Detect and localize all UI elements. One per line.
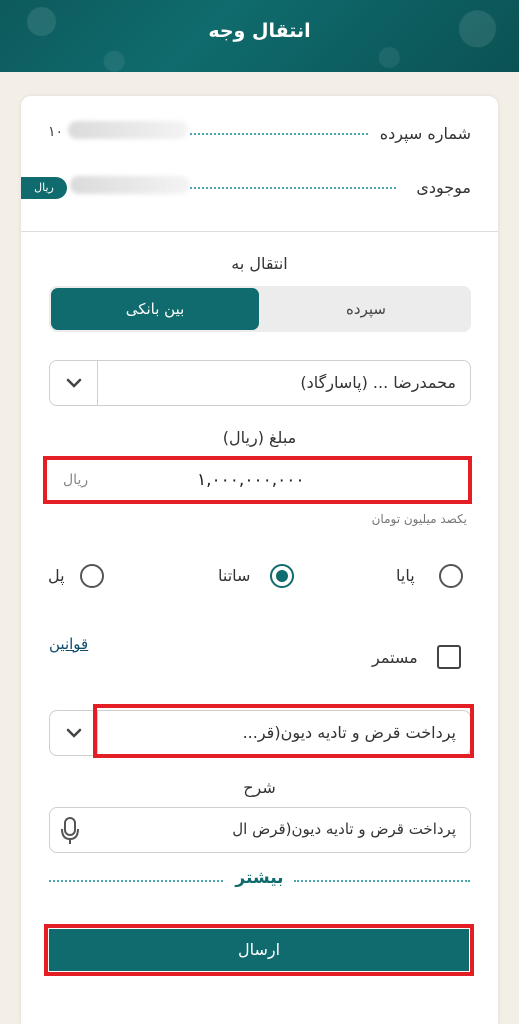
microphone-icon[interactable] [60, 817, 80, 845]
highlight-submit [44, 924, 474, 976]
transfer-type-segmented: بین بانکی سپرده [49, 286, 471, 332]
tab-interbank[interactable]: بین بانکی [51, 288, 259, 330]
description-input[interactable]: پرداخت قرض و تادیه دیون(قرض ال [49, 807, 471, 853]
radio-paya-label: پایا [396, 566, 415, 585]
radio-pol[interactable] [80, 564, 104, 588]
radio-paya[interactable] [439, 564, 463, 588]
amount-input[interactable]: ریال ۱,۰۰۰,۰۰۰,۰۰۰ [43, 456, 472, 504]
tab-deposit[interactable]: سپرده [261, 286, 471, 332]
deposit-label: شماره سپرده [379, 124, 471, 143]
balance-label: موجودی [416, 178, 471, 197]
chevron-down-icon[interactable] [50, 711, 98, 755]
balance-dots [190, 187, 396, 189]
destination-select[interactable]: محمدرضا ... (پاسارگاد) [49, 360, 471, 406]
more-button[interactable]: بیشتر [0, 868, 519, 888]
radio-pol-label: پل [48, 566, 65, 585]
deposit-dots [190, 133, 368, 135]
destination-value: محمدرضا ... (پاسارگاد) [300, 373, 456, 392]
chevron-down-icon[interactable] [50, 361, 98, 405]
radio-satna[interactable] [270, 564, 294, 588]
deposit-value: ۱۰ [48, 124, 64, 140]
description-label: شرح [243, 778, 276, 797]
amount-unit: ریال [63, 472, 89, 488]
continuous-checkbox[interactable] [437, 645, 461, 669]
highlight-reason [93, 704, 474, 758]
section-divider [21, 231, 498, 232]
amount-in-words: یکصد میلیون تومان [371, 512, 467, 526]
page-title: انتقال وجه [208, 20, 311, 42]
amount-label: مبلغ (ریال) [222, 428, 297, 447]
amount-value: ۱,۰۰۰,۰۰۰,۰۰۰ [197, 470, 305, 490]
continuous-label: مستمر [372, 648, 418, 667]
transfer-to-label: انتقال به [231, 254, 288, 273]
balance-currency-badge: ریال [21, 177, 67, 199]
deposit-redacted [68, 121, 188, 139]
balance-redacted [70, 176, 190, 194]
description-value: پرداخت قرض و تادیه دیون(قرض ال [232, 820, 456, 838]
radio-satna-label: ساتنا [218, 566, 251, 585]
rules-link[interactable]: قوانین [49, 635, 88, 653]
app-header: انتقال وجه [0, 0, 519, 72]
